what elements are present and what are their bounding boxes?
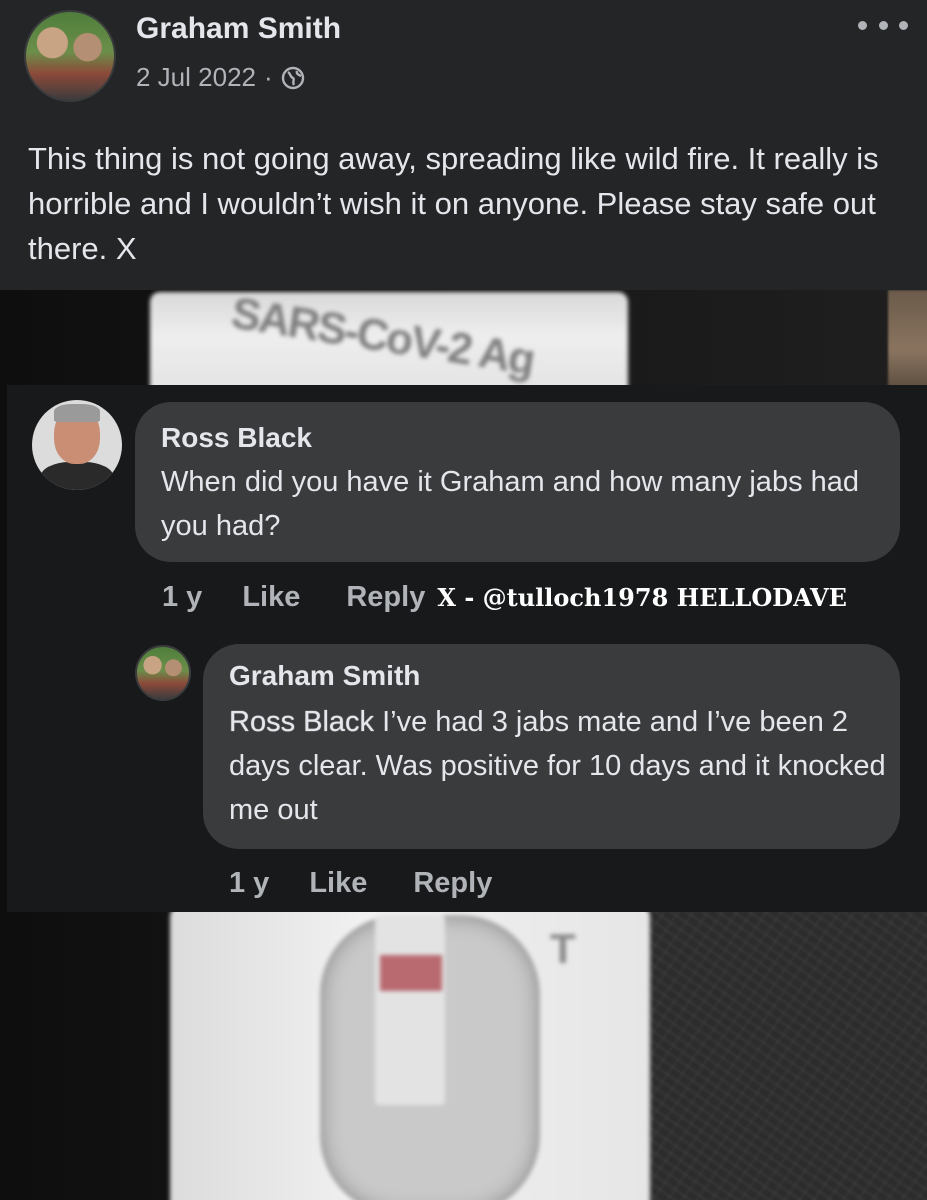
post-text: This thing is not going away, spreading … xyxy=(28,141,879,266)
test-strip xyxy=(375,915,445,1105)
reply-button[interactable]: Reply xyxy=(413,867,492,900)
meta-separator: · xyxy=(263,62,273,92)
post-date[interactable]: 2 Jul 2022 xyxy=(136,62,256,93)
mention-link[interactable]: Ross Black xyxy=(229,706,374,738)
post-card: Graham Smith 2 Jul 2022 · This thing is … xyxy=(0,0,927,290)
reply-bubble: Graham Smith Ross Black I’ve had 3 jabs … xyxy=(203,644,900,849)
more-options-icon[interactable] xyxy=(858,14,908,36)
fabric-surface xyxy=(640,880,927,1200)
test-cassette-bottom: T xyxy=(170,905,650,1200)
comment-time[interactable]: 1 y xyxy=(162,581,202,614)
comment-author-name[interactable]: Ross Black xyxy=(161,422,312,454)
control-line xyxy=(380,955,442,991)
reply-author-name[interactable]: Graham Smith xyxy=(229,660,420,692)
commenter-avatar[interactable] xyxy=(32,400,122,490)
reply-actions: 1 y Like Reply xyxy=(229,867,538,900)
comment-bubble: Ross Black When did you have it Graham a… xyxy=(135,402,900,562)
like-button[interactable]: Like xyxy=(309,867,367,900)
comments-panel: Ross Black When did you have it Graham a… xyxy=(7,385,927,912)
reply-button[interactable]: Reply xyxy=(346,581,425,614)
test-marker: T xyxy=(550,925,576,972)
comment-text: When did you have it Graham and how many… xyxy=(161,466,860,542)
post-author-name[interactable]: Graham Smith xyxy=(136,12,341,46)
like-button[interactable]: Like xyxy=(242,581,300,614)
reply-author-avatar[interactable] xyxy=(135,645,191,701)
kit-label: SARS-CoV-2 Ag xyxy=(228,288,537,385)
wood-surface xyxy=(888,290,927,390)
author-avatar[interactable] xyxy=(24,10,116,102)
reply-text: Ross Black I’ve had 3 jabs mate and I’ve… xyxy=(229,700,889,832)
watermark-text: X - @tulloch1978 HELLODAVE xyxy=(437,583,847,612)
reply-time[interactable]: 1 y xyxy=(229,867,269,900)
post-meta: 2 Jul 2022 · xyxy=(136,62,305,93)
comment-actions: 1 y Like Reply X - @tulloch1978 HELLODAV… xyxy=(162,581,893,614)
globe-icon[interactable] xyxy=(281,66,305,90)
